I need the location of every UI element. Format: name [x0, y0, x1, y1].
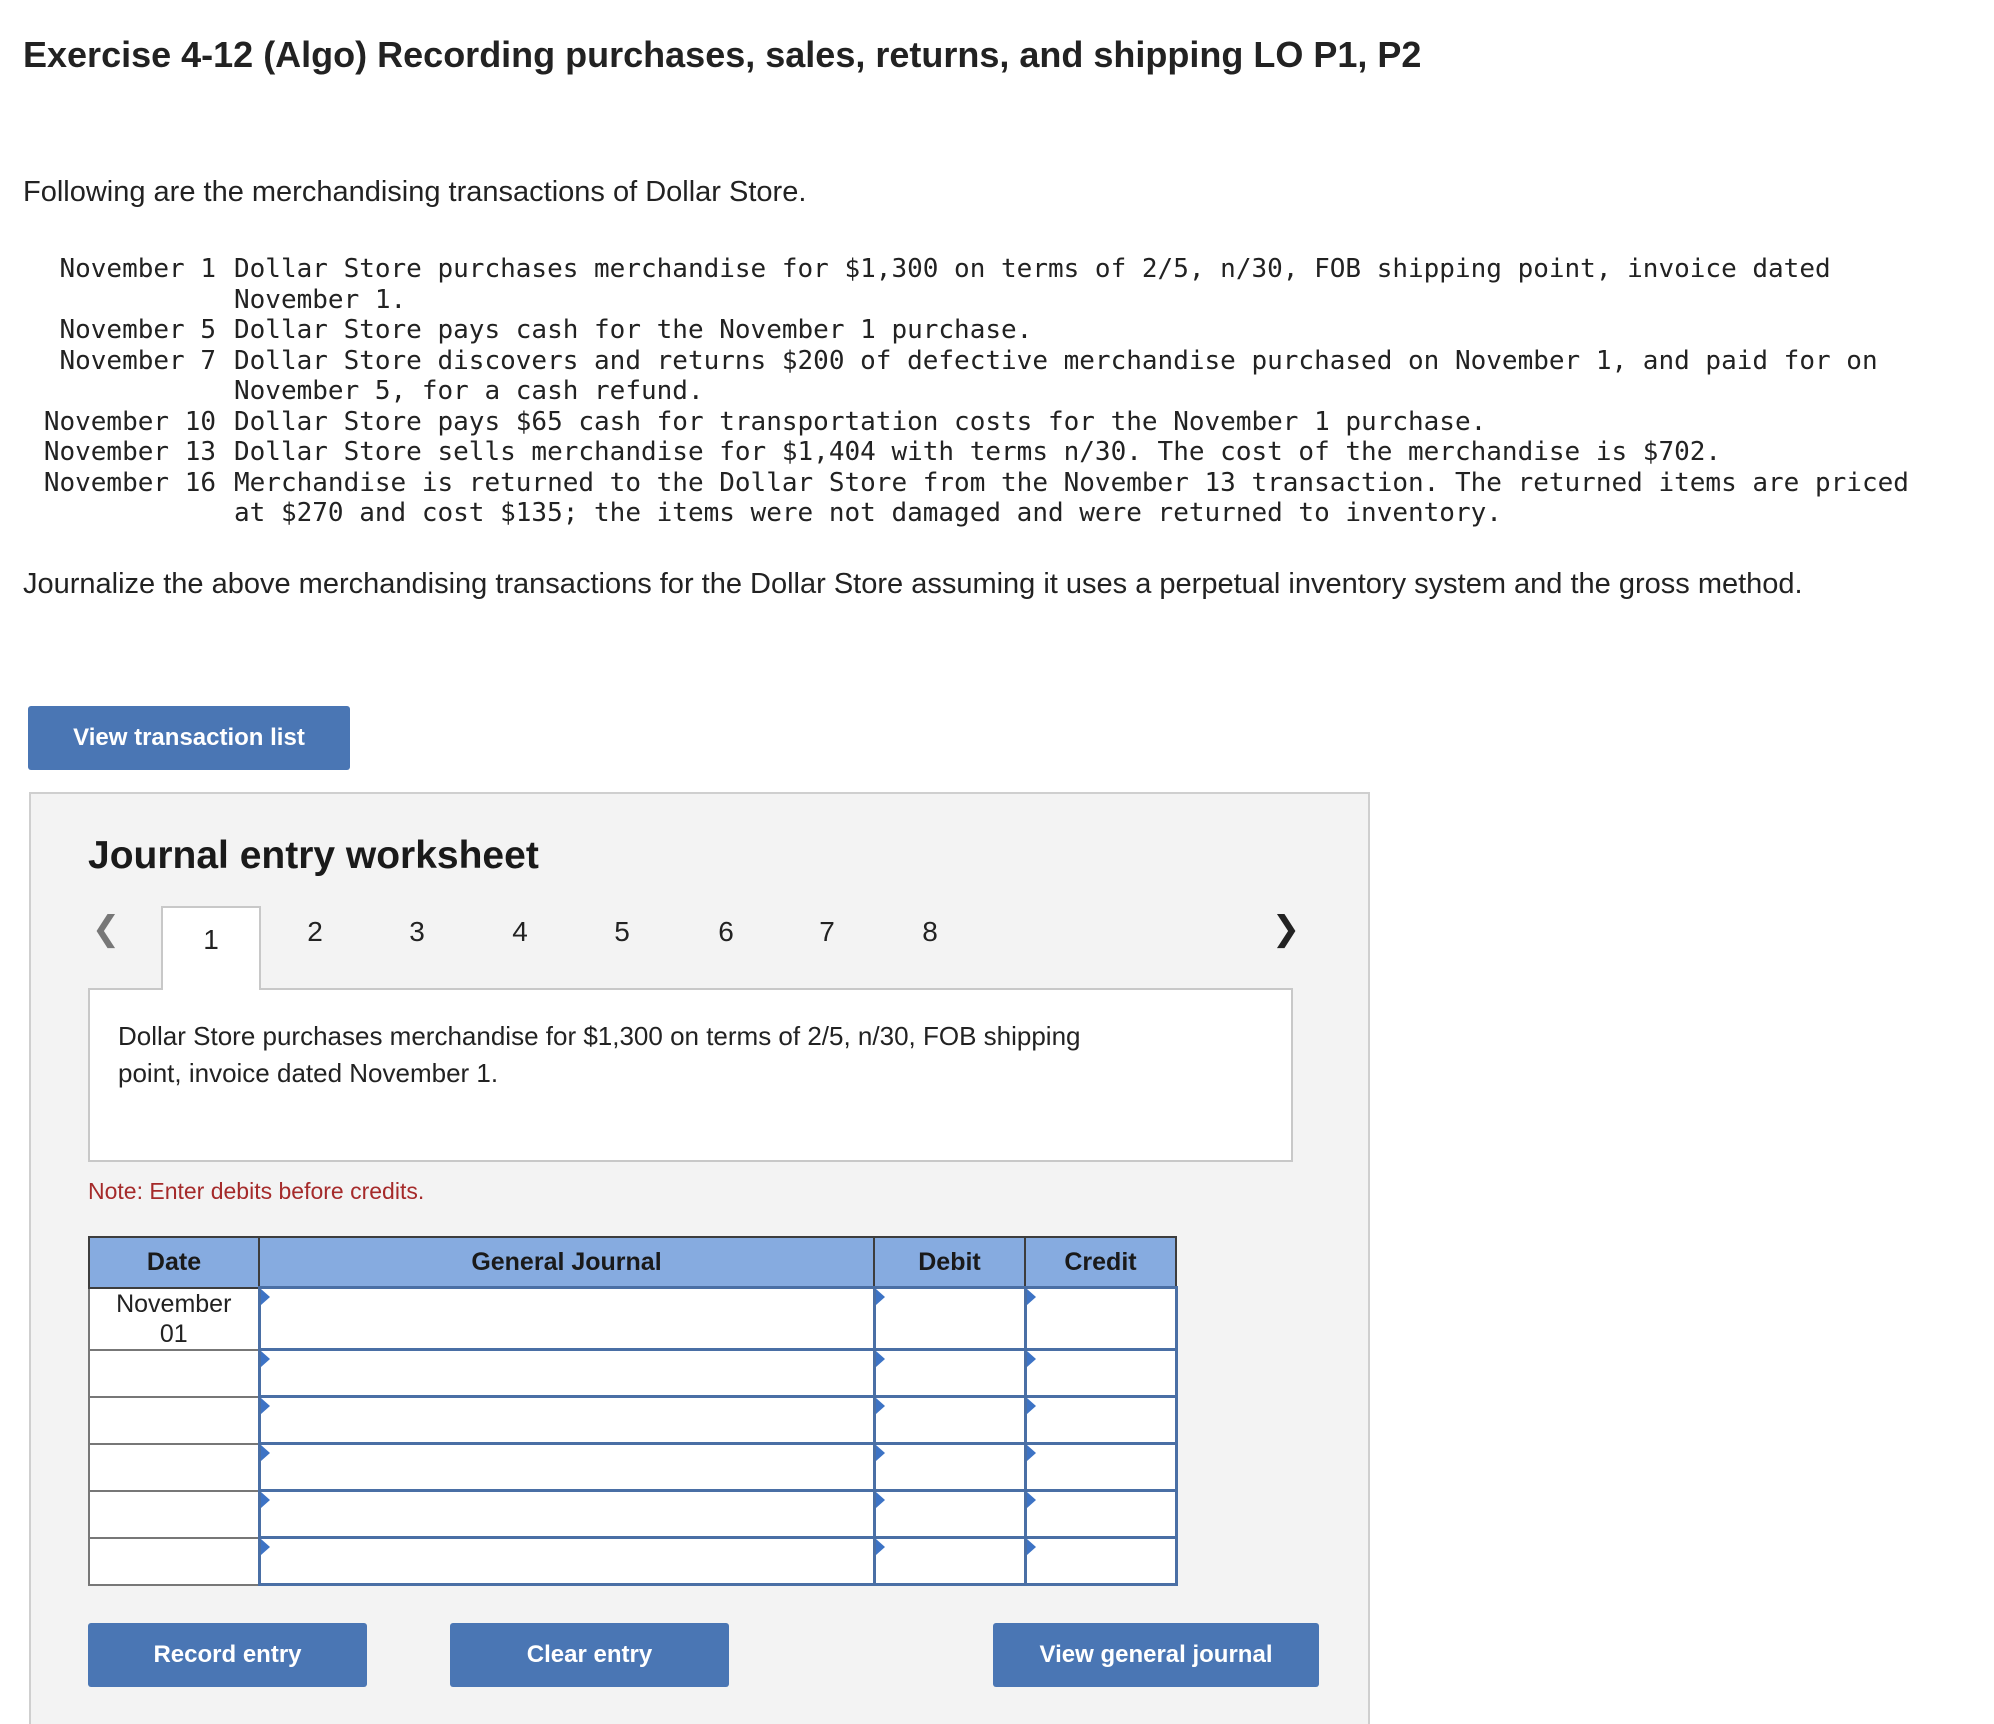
- account-select[interactable]: [257, 1489, 876, 1539]
- credit-column-header: Credit: [1024, 1236, 1177, 1289]
- date-cell: [88, 1348, 260, 1398]
- debit-input[interactable]: [872, 1536, 1027, 1586]
- table-row: November 01: [88, 1286, 1178, 1351]
- transaction-text: Dollar Store pays cash for the November …: [234, 315, 1033, 345]
- view-general-journal-button[interactable]: View general journal: [993, 1623, 1319, 1687]
- transaction-text: Dollar Store sells merchandise for $1,40…: [234, 437, 1722, 467]
- journal-header-row: Date General Journal Debit Credit: [88, 1236, 1177, 1289]
- transaction-row: November 13 Dollar Store sells merchandi…: [20, 437, 1941, 468]
- transaction-date: November 10: [43, 406, 216, 437]
- transaction-date: November 1: [59, 254, 216, 284]
- transaction-date: November 13: [43, 437, 216, 467]
- dropdown-indicator-icon: [260, 1492, 270, 1508]
- account-select[interactable]: [257, 1348, 876, 1398]
- dropdown-indicator-icon: [1026, 1539, 1036, 1555]
- transaction-row: November 5 Dollar Store pays cash for th…: [20, 315, 1941, 346]
- dropdown-indicator-icon: [260, 1445, 270, 1461]
- dropdown-indicator-icon: [260, 1398, 270, 1414]
- date-day: 01: [159, 1319, 188, 1348]
- dropdown-indicator-icon: [875, 1492, 885, 1508]
- debit-input[interactable]: [872, 1395, 1027, 1445]
- transaction-description-box: Dollar Store purchases merchandise for $…: [88, 988, 1293, 1162]
- tab-8[interactable]: 8: [880, 904, 980, 960]
- credit-input[interactable]: [1023, 1489, 1178, 1539]
- entry-note: Note: Enter debits before credits.: [88, 1178, 425, 1204]
- credit-input[interactable]: [1023, 1395, 1178, 1445]
- transaction-date: November 16: [43, 467, 216, 498]
- credit-input[interactable]: [1023, 1348, 1178, 1398]
- chevron-left-icon[interactable]: ❮: [91, 904, 121, 954]
- account-select[interactable]: [257, 1395, 876, 1445]
- dropdown-indicator-icon: [1026, 1289, 1036, 1305]
- debit-column-header: Debit: [873, 1236, 1026, 1289]
- account-select[interactable]: [257, 1286, 876, 1351]
- transaction-text: Merchandise is returned to the Dollar St…: [234, 467, 1909, 529]
- tab-7[interactable]: 7: [777, 904, 877, 960]
- worksheet-title: Journal entry worksheet: [88, 834, 539, 877]
- chevron-right-icon[interactable]: ❯: [1271, 904, 1301, 954]
- transaction-description: Dollar Store purchases merchandise for $…: [118, 1021, 1081, 1088]
- transaction-date: November 5: [59, 315, 216, 345]
- date-cell: November 01: [88, 1286, 260, 1351]
- tab-6[interactable]: 6: [676, 904, 776, 960]
- dropdown-indicator-icon: [875, 1289, 885, 1305]
- debit-input[interactable]: [872, 1286, 1027, 1351]
- date-month: November: [116, 1289, 232, 1318]
- table-row: [88, 1536, 1178, 1586]
- table-row: [88, 1395, 1178, 1445]
- page-title: Exercise 4-12 (Algo) Recording purchases…: [23, 34, 1422, 75]
- date-cell: [88, 1442, 260, 1492]
- table-row: [88, 1442, 1178, 1492]
- transaction-row: November 1 Dollar Store purchases mercha…: [20, 254, 1941, 315]
- transaction-row: November 16 Merchandise is returned to t…: [20, 468, 1941, 529]
- transaction-date: November 7: [59, 345, 216, 376]
- journal-table: Date General Journal Debit Credit Novemb…: [88, 1236, 1178, 1586]
- view-transaction-list-button[interactable]: View transaction list: [28, 706, 350, 770]
- transaction-text: Dollar Store pays $65 cash for transport…: [234, 406, 1487, 437]
- record-entry-button[interactable]: Record entry: [88, 1623, 367, 1687]
- account-select[interactable]: [257, 1442, 876, 1492]
- table-row: [88, 1489, 1178, 1539]
- credit-input[interactable]: [1023, 1536, 1178, 1586]
- dropdown-indicator-icon: [1026, 1445, 1036, 1461]
- transaction-row: November 7 Dollar Store discovers and re…: [20, 346, 1941, 407]
- dropdown-indicator-icon: [1026, 1398, 1036, 1414]
- dropdown-indicator-icon: [260, 1351, 270, 1367]
- dropdown-indicator-icon: [875, 1445, 885, 1461]
- date-cell: [88, 1489, 260, 1539]
- debit-input[interactable]: [872, 1348, 1027, 1398]
- credit-input[interactable]: [1023, 1286, 1178, 1351]
- transaction-row: November 10 Dollar Store pays $65 cash f…: [20, 407, 1941, 438]
- date-column-header: Date: [88, 1236, 260, 1289]
- transaction-text: Dollar Store discovers and returns $200 …: [234, 345, 1878, 407]
- transaction-list: November 1 Dollar Store purchases mercha…: [20, 254, 1941, 529]
- dropdown-indicator-icon: [875, 1398, 885, 1414]
- dropdown-indicator-icon: [260, 1539, 270, 1555]
- clear-entry-button[interactable]: Clear entry: [450, 1623, 729, 1687]
- instructions-text: Journalize the above merchandising trans…: [23, 568, 1803, 600]
- date-cell: [88, 1536, 260, 1586]
- dropdown-indicator-icon: [875, 1351, 885, 1367]
- dropdown-indicator-icon: [260, 1289, 270, 1305]
- tab-2[interactable]: 2: [265, 904, 365, 960]
- tab-1[interactable]: 1: [161, 906, 261, 990]
- debit-input[interactable]: [872, 1489, 1027, 1539]
- table-row: [88, 1348, 1178, 1398]
- dropdown-indicator-icon: [1026, 1351, 1036, 1367]
- general-journal-column-header: General Journal: [258, 1236, 875, 1289]
- account-select[interactable]: [257, 1536, 876, 1586]
- debit-input[interactable]: [872, 1442, 1027, 1492]
- tab-5[interactable]: 5: [572, 904, 672, 960]
- intro-text: Following are the merchandising transact…: [23, 176, 807, 208]
- dropdown-indicator-icon: [875, 1539, 885, 1555]
- tab-3[interactable]: 3: [367, 904, 467, 960]
- dropdown-indicator-icon: [1026, 1492, 1036, 1508]
- journal-entry-worksheet: Journal entry worksheet ❮ 1 2 3 4 5 6 7 …: [29, 792, 1370, 1724]
- credit-input[interactable]: [1023, 1442, 1178, 1492]
- tab-4[interactable]: 4: [470, 904, 570, 960]
- date-cell: [88, 1395, 260, 1445]
- transaction-text: Dollar Store purchases merchandise for $…: [234, 254, 1831, 315]
